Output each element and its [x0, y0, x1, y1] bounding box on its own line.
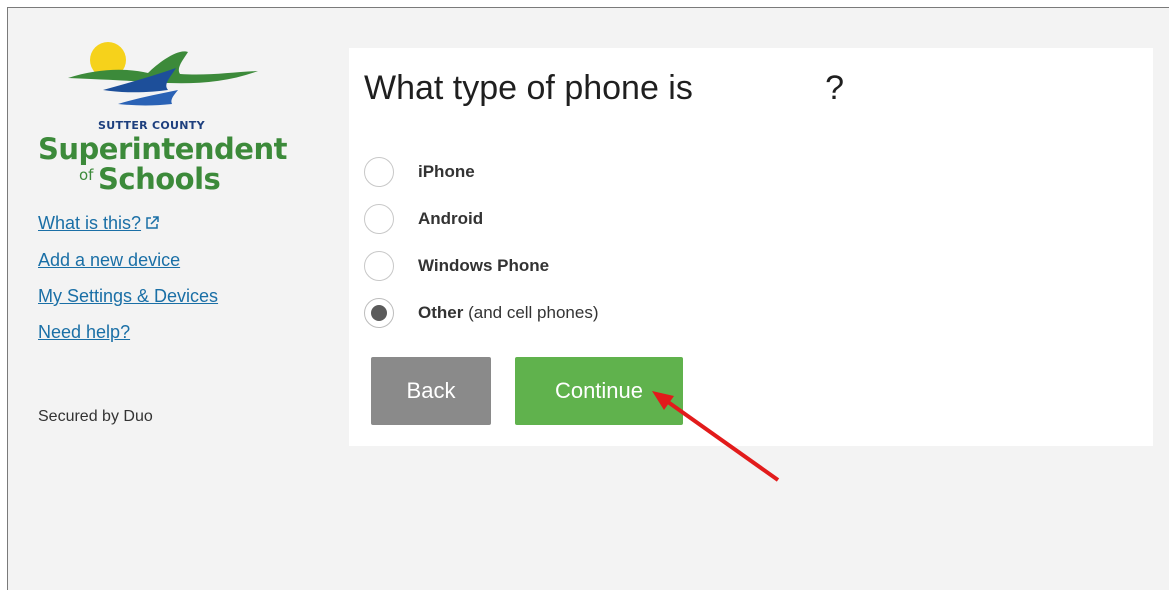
logo-title-of: of [79, 166, 94, 184]
question-mark: ? [825, 69, 845, 107]
option-other[interactable]: Other (and cell phones) [364, 289, 599, 336]
continue-button[interactable]: Continue [515, 357, 683, 425]
radio-windows-phone[interactable] [364, 250, 394, 281]
radio-android[interactable] [364, 203, 394, 234]
what-is-this-link[interactable]: What is this? [38, 211, 218, 236]
option-android[interactable]: Android [364, 195, 599, 242]
option-windows-phone[interactable]: Windows Phone [364, 242, 599, 289]
option-extra: (and cell phones) [468, 302, 599, 322]
option-iphone[interactable]: iPhone [364, 148, 599, 195]
phone-type-card: What type of phone is ? iPhone Android W… [349, 48, 1153, 446]
logo-graphic [68, 42, 258, 106]
my-settings-devices-link[interactable]: My Settings & Devices [38, 284, 218, 308]
back-button[interactable]: Back [371, 357, 491, 425]
logo-county-text: SUTTER COUNTY [98, 119, 205, 132]
option-label: iPhone [418, 161, 475, 181]
radio-iphone[interactable] [364, 156, 394, 187]
redacted-name-gap [693, 69, 825, 107]
logo-title-line1: Superintendent [38, 132, 287, 166]
question-text: What type of phone is [364, 69, 693, 107]
secured-by-text: Secured by Duo [38, 408, 153, 425]
option-label: Other [418, 302, 464, 322]
option-label: Android [418, 208, 484, 228]
organization-logo: SUTTER COUNTY Superintendent of Schools [38, 38, 288, 198]
sidebar: SUTTER COUNTY Superintendent of Schools … [38, 38, 298, 425]
phone-type-options: iPhone Android Windows Phone Other (and … [364, 148, 599, 336]
page-title: What type of phone is ? [364, 69, 844, 108]
need-help-link[interactable]: Need help? [38, 320, 218, 344]
option-label: Windows Phone [418, 255, 550, 275]
what-is-this-label: What is this? [38, 213, 142, 233]
app-frame: SUTTER COUNTY Superintendent of Schools … [7, 7, 1169, 590]
sidebar-links: What is this? Add a new device My Settin… [38, 211, 218, 356]
logo-title-line2: Schools [98, 162, 221, 196]
radio-other[interactable] [364, 297, 394, 328]
add-new-device-link[interactable]: Add a new device [38, 248, 218, 272]
external-link-icon [145, 212, 159, 236]
